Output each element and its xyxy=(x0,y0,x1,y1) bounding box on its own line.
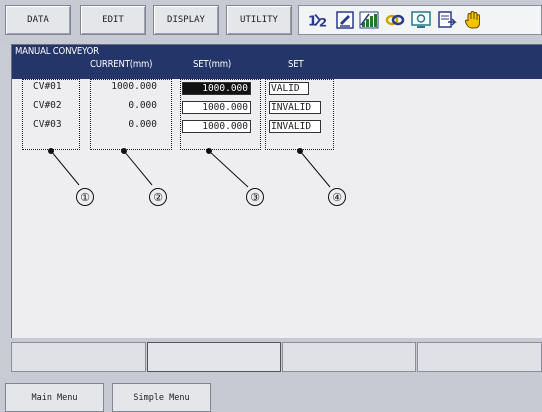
simple-menu-button[interactable]: Simple Menu xyxy=(112,383,211,412)
function-key-2[interactable] xyxy=(147,342,281,372)
menu-data-button[interactable]: DATA xyxy=(5,5,71,35)
callout-marker-1: ① xyxy=(76,188,94,206)
edit-document-icon xyxy=(335,10,355,30)
hand-icon xyxy=(463,10,483,30)
menu-display-button[interactable]: DISPLAY xyxy=(153,5,219,35)
callout-marker-4: ④ xyxy=(328,188,346,206)
footer-bar: Main Menu Simple Menu xyxy=(0,378,542,412)
menu-edit-button[interactable]: EDIT xyxy=(80,5,146,35)
page-arrow-icon xyxy=(437,10,457,30)
numbered-steps-icon: 1 2 xyxy=(307,10,327,30)
menu-utility-button[interactable]: UTILITY xyxy=(226,5,292,35)
main-menu-button[interactable]: Main Menu xyxy=(5,383,104,412)
callout-marker-2: ② xyxy=(149,188,167,206)
link-icon xyxy=(385,10,405,30)
monitor-icon xyxy=(411,10,431,30)
function-key-1[interactable] xyxy=(11,342,146,372)
function-key-bar xyxy=(11,338,542,378)
svg-text:2: 2 xyxy=(319,15,327,29)
callout-marker-3: ③ xyxy=(246,188,264,206)
main-screen: MANUAL CONVEYOR CURRENT(mm) SET(mm) SET … xyxy=(11,44,542,338)
function-key-3[interactable] xyxy=(282,342,416,372)
signal-bars-icon xyxy=(359,10,379,30)
top-menu-bar: DATA EDIT DISPLAY UTILITY 1 2 xyxy=(0,0,542,44)
function-key-4[interactable] xyxy=(417,342,542,372)
status-bar: 1 2 xyxy=(298,5,542,35)
